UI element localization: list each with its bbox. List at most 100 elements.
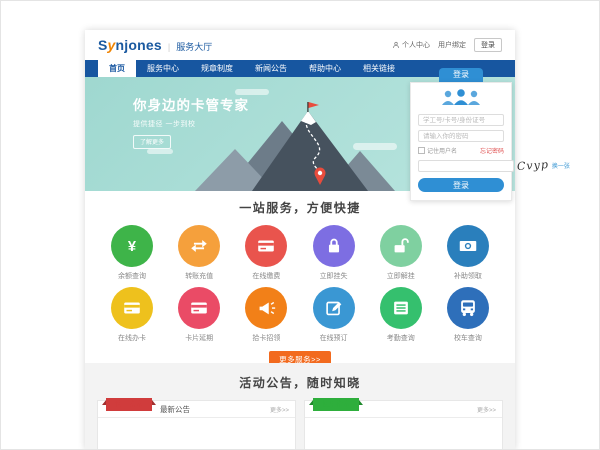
announcements-right-panel: 使用指南 更多>> [304,400,503,450]
service-label: 补助领取 [454,271,482,281]
service-label: 校车查询 [454,333,482,343]
service-label: 立即挂失 [320,271,348,281]
users-icon [439,89,483,105]
service-item-online-payment[interactable]: 在线缴费 [237,225,295,281]
announcement-panels: 使用指南 最新公告 更多>> 使用指南 更多>> [85,400,515,450]
right-panel-header: 使用指南 更多>> [305,401,502,418]
header-utility-links: 个人中心 用户绑定 登录 [392,38,502,52]
service-item-transfer-recharge[interactable]: 转账充值 [170,225,228,281]
latest-announcements-tab[interactable]: 最新公告 [160,404,190,415]
service-circle [380,287,422,329]
account-input[interactable] [418,114,504,126]
edit-icon [323,297,345,319]
service-circle [111,287,153,329]
service-hall-page: Synjones | 服务大厅 个人中心 用户绑定 登录 首页 服务中心 规章制… [85,30,515,450]
nav-item-rules[interactable]: 规章制度 [190,60,244,77]
login-submit-button[interactable]: 登录 [418,178,504,192]
service-circle [313,225,355,267]
bank-card-icon [255,235,277,257]
captcha-input[interactable] [418,160,514,172]
nav-item-links[interactable]: 相关链接 [352,60,406,77]
svg-text:¥: ¥ [128,239,137,255]
announcements-title: 活动公告，随时知晓 [85,374,515,391]
service-label: 在线预订 [320,333,348,343]
service-item-balance-inquiry[interactable]: ¥ 余额查询 [103,225,161,281]
service-label: 卡片延期 [185,333,213,343]
service-circle [313,287,355,329]
bank-card-icon [188,297,210,319]
right-panel-ribbon-tab[interactable]: 使用指南 [313,398,359,411]
service-label: 在线办卡 [118,333,146,343]
nav-item-help-center[interactable]: 帮助中心 [298,60,352,77]
service-item-unfreeze-card[interactable]: 立即解挂 [372,225,430,281]
captcha-refresh-link[interactable]: 换一张 [552,161,570,170]
service-circle: ¥ [111,225,153,267]
synjones-logo[interactable]: Synjones | 服务大厅 [98,37,212,53]
lock-icon [323,235,345,257]
bank-card-icon [121,297,143,319]
megaphone-icon [255,297,277,319]
left-panel-header: 使用指南 最新公告 更多>> [98,401,295,418]
banner-subtitle: 提供捷径 一步到校 [133,119,249,129]
service-item-report-loss[interactable]: 立即挂失 [305,225,363,281]
service-circle [245,225,287,267]
banner-copy: 你身边的卡管专家 提供捷径 一步到校 了解更多 [133,94,249,150]
header-login-button[interactable]: 登录 [474,38,502,52]
service-item-subsidy-collect[interactable]: 补助领取 [439,225,497,281]
banner-headline: 你身边的卡管专家 [133,94,249,114]
banknote-icon [457,235,479,257]
service-circle [447,287,489,329]
login-tab[interactable]: 登录 [439,68,483,82]
service-grid: ¥ 余额查询 转账充值 在线缴费 立即挂失 [85,225,515,343]
service-circle [380,225,422,267]
unlock-icon [390,235,412,257]
banner-cta-button[interactable]: 了解更多 [133,135,171,149]
site-name: 服务大厅 [176,40,212,53]
user-binding-link[interactable]: 用户绑定 [438,40,466,50]
captcha-row: Cvyp 换一张 [418,159,504,172]
service-label: 在线缴费 [252,271,280,281]
service-circle [178,225,220,267]
logo-accent-letter: y [108,37,116,53]
service-circle [178,287,220,329]
service-label: 余额查询 [118,271,146,281]
checkbox-icon [418,147,425,154]
personal-center-link[interactable]: 个人中心 [392,40,430,50]
service-item-card-renewal[interactable]: 卡片延期 [170,287,228,343]
announcements-section: 活动公告，随时知晓 使用指南 最新公告 更多>> 使用指南 更多>> [85,363,515,450]
logo-divider: | [168,42,170,52]
top-header: Synjones | 服务大厅 个人中心 用户绑定 登录 [85,30,515,60]
list-icon [390,297,412,319]
bus-icon [457,297,479,319]
remember-checkbox[interactable]: 记住用户名 [418,146,457,155]
service-item-attendance-query[interactable]: 考勤查询 [372,287,430,343]
service-item-apply-card[interactable]: 在线办卡 [103,287,161,343]
password-input[interactable] [418,130,504,142]
services-title: 一站服务，方便快捷 [85,199,515,216]
services-section: 一站服务，方便快捷 ¥ 余额查询 转账充值 在线缴费 [85,191,515,363]
yen-icon: ¥ [121,235,143,257]
login-form: 记住用户名 忘记密码 Cvyp 换一张 登录 [410,82,512,201]
nav-item-home[interactable]: 首页 [98,60,136,77]
forgot-password-link[interactable]: 忘记密码 [480,146,504,155]
right-panel-more-link[interactable]: 更多>> [477,405,496,414]
service-label: 立即解挂 [387,271,415,281]
logo-wordmark: Synjones [98,37,162,53]
service-circle [245,287,287,329]
service-label: 转账充值 [185,271,213,281]
login-panel: 登录 记住用户名 忘记密码 Cvyp 换一张 登录 [410,68,512,201]
login-options-row: 记住用户名 忘记密码 [418,146,504,155]
captcha-image[interactable]: Cvyp [517,158,550,173]
service-label: 拾卡招领 [252,333,280,343]
service-item-online-booking[interactable]: 在线预订 [305,287,363,343]
service-item-lost-found[interactable]: 拾卡招领 [237,287,295,343]
service-label: 考勤查询 [387,333,415,343]
nav-item-service-center[interactable]: 服务中心 [136,60,190,77]
left-panel-more-link[interactable]: 更多>> [270,405,289,414]
nav-item-news[interactable]: 新闻公告 [244,60,298,77]
announcements-left-panel: 使用指南 最新公告 更多>> [97,400,296,450]
left-panel-ribbon-tab[interactable]: 使用指南 [106,398,152,411]
service-circle [447,225,489,267]
service-item-school-bus[interactable]: 校车查询 [439,287,497,343]
transfer-arrows-icon [188,235,210,257]
